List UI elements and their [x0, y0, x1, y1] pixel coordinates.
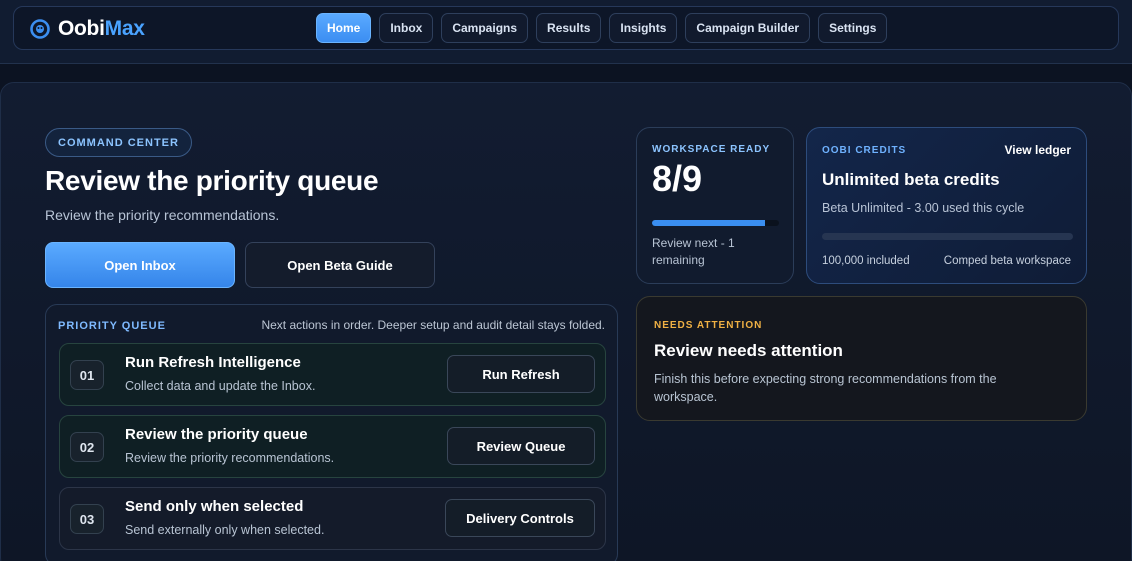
needs-attention-title: Review needs attention: [654, 341, 843, 360]
priority-queue-panel: PRIORITY QUEUE Next actions in order. De…: [45, 304, 618, 561]
main-nav: Home Inbox Campaigns Results Insights Ca…: [316, 13, 888, 43]
review-queue-button[interactable]: Review Queue: [447, 427, 595, 465]
top-navigation-bar: OobiMax Home Inbox Campaigns Results Ins…: [13, 6, 1119, 50]
page-title: Review the priority queue: [45, 165, 379, 196]
tab-campaigns[interactable]: Campaigns: [441, 13, 529, 43]
queue-item-desc: Send externally only when selected.: [125, 523, 325, 537]
workspace-ready-value: 8/9: [652, 158, 703, 199]
credits-title: Unlimited beta credits: [822, 170, 1000, 189]
brand[interactable]: OobiMax: [30, 17, 145, 41]
top-header: OobiMax Home Inbox Campaigns Results Ins…: [0, 0, 1132, 64]
brand-name: OobiMax: [58, 17, 145, 41]
credits-workspace-type: Comped beta workspace: [943, 255, 1071, 267]
queue-item-refresh: 01 Run Refresh Intelligence Collect data…: [59, 343, 606, 406]
tab-campaign-builder[interactable]: Campaign Builder: [685, 13, 811, 43]
oobi-credits-card: OOBI CREDITS View ledger Unlimited beta …: [806, 127, 1087, 284]
queue-item-send: 03 Send only when selected Send external…: [59, 487, 606, 550]
credits-subtitle: Beta Unlimited - 3.00 used this cycle: [822, 201, 1025, 215]
workspace-ready-label: WORKSPACE READY: [652, 144, 771, 155]
queue-item-desc: Collect data and update the Inbox.: [125, 379, 316, 393]
tab-home[interactable]: Home: [316, 13, 372, 43]
credits-progress-bar: [822, 233, 1073, 240]
command-center-pill: COMMAND CENTER: [45, 128, 192, 157]
queue-item-number: 03: [70, 504, 104, 534]
delivery-controls-button[interactable]: Delivery Controls: [445, 499, 595, 537]
workspace-ready-note: Review next - 1 remaining: [652, 236, 735, 267]
run-refresh-button[interactable]: Run Refresh: [447, 355, 595, 393]
queue-item-title: Review the priority queue: [125, 426, 308, 443]
queue-item-desc: Review the priority recommendations.: [125, 451, 335, 465]
needs-attention-card: NEEDS ATTENTION Review needs attention F…: [636, 296, 1087, 421]
oobi-logo-icon: [30, 19, 50, 39]
needs-attention-label: NEEDS ATTENTION: [654, 320, 763, 331]
queue-item-title: Run Refresh Intelligence: [125, 354, 301, 371]
workspace-progress-bar: [652, 220, 779, 226]
queue-item-number: 01: [70, 360, 104, 390]
tab-inbox[interactable]: Inbox: [379, 13, 434, 43]
tab-insights[interactable]: Insights: [609, 13, 678, 43]
tab-results[interactable]: Results: [536, 13, 602, 43]
brand-name-part1: Oobi: [58, 17, 105, 40]
priority-queue-label: PRIORITY QUEUE: [58, 320, 166, 332]
queue-item-review: 02 Review the priority queue Review the …: [59, 415, 606, 478]
view-ledger-link[interactable]: View ledger: [1005, 143, 1071, 157]
queue-item-number: 02: [70, 432, 104, 462]
brand-name-part2: Max: [104, 17, 145, 40]
credits-label: OOBI CREDITS: [822, 145, 907, 156]
page-subtitle: Review the priority recommendations.: [45, 207, 280, 223]
priority-queue-note: Next actions in order. Deeper setup and …: [261, 318, 605, 332]
credits-included: 100,000 included: [822, 255, 910, 267]
queue-item-title: Send only when selected: [125, 498, 304, 515]
tab-settings[interactable]: Settings: [818, 13, 888, 43]
workspace-ready-card: WORKSPACE READY 8/9 Review next - 1 rema…: [636, 127, 794, 284]
open-beta-guide-button[interactable]: Open Beta Guide: [245, 242, 435, 288]
workspace-progress-fill: [652, 220, 765, 226]
needs-attention-desc: Finish this before expecting strong reco…: [654, 372, 997, 404]
open-inbox-button[interactable]: Open Inbox: [45, 242, 235, 288]
